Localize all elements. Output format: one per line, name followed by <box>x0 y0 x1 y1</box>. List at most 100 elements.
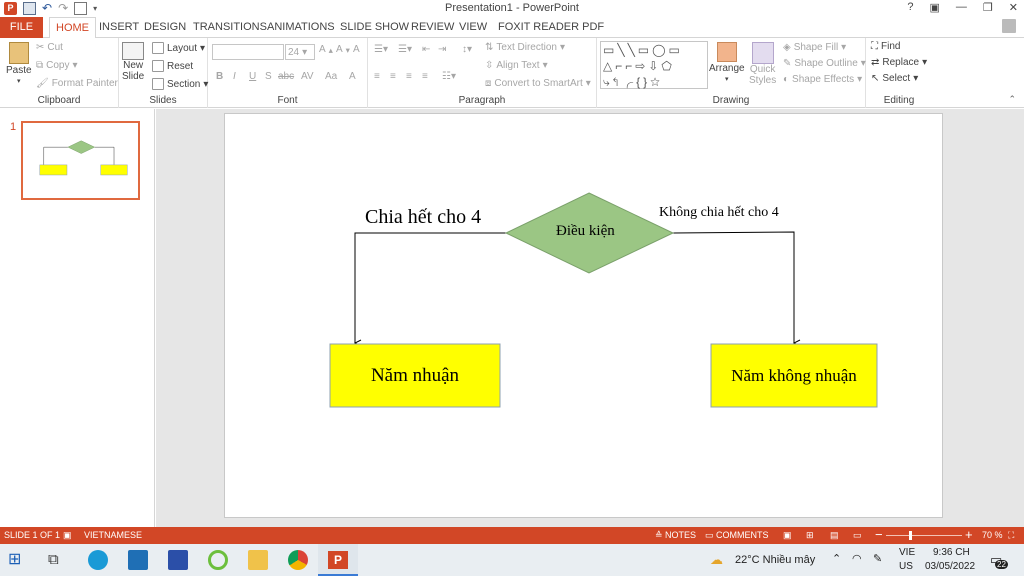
clock-time[interactable]: 9:36 CH <box>933 547 970 558</box>
zoom-level[interactable]: 70 % <box>982 530 1003 540</box>
clear-formatting-icon[interactable]: A <box>353 44 360 55</box>
align-left-icon[interactable]: ≡ <box>374 71 380 82</box>
slide-thumbnail[interactable] <box>21 121 140 200</box>
convert-to-smartart-button[interactable]: ⧈ Convert to SmartArt ▾ <box>485 78 591 89</box>
app-icon[interactable] <box>168 550 188 570</box>
paste-button[interactable]: Paste ▾ <box>6 42 32 85</box>
tab-home[interactable]: HOME <box>49 17 96 39</box>
close-button[interactable]: ✕ <box>1009 1 1018 14</box>
font-name-input[interactable] <box>212 44 284 60</box>
notes-button[interactable]: ≙ NOTES <box>655 530 696 541</box>
align-text-button[interactable]: ⇳ Align Text ▾ <box>485 60 548 71</box>
task-view-icon[interactable]: ⧉ <box>48 550 68 570</box>
justify-icon[interactable]: ≡ <box>422 71 428 82</box>
pen-workspace-icon[interactable]: ✎ <box>873 552 882 565</box>
section-button[interactable]: Section ▾ <box>152 78 208 90</box>
tab-review[interactable]: REVIEW <box>411 21 454 33</box>
weather-icon[interactable]: ☁ <box>710 552 723 568</box>
tab-transitions[interactable]: TRANSITIONS <box>193 21 267 33</box>
decrease-font-button[interactable]: A ▾ <box>336 44 350 55</box>
decrease-indent-icon[interactable]: ⇤ <box>422 44 430 55</box>
left-connector-arrow[interactable] <box>355 232 506 343</box>
user-account[interactable] <box>1002 19 1016 33</box>
right-connector-arrow[interactable] <box>672 231 794 343</box>
cut-button[interactable]: ✂ Cut <box>36 42 63 53</box>
bold-button[interactable]: B <box>216 71 223 82</box>
strikethrough-button[interactable]: abc <box>278 71 294 82</box>
layout-button[interactable]: Layout ▾ <box>152 42 205 54</box>
zoom-out-button[interactable]: − <box>875 527 883 542</box>
ribbon-display-options-button[interactable]: ▣ <box>930 1 940 14</box>
font-size-input[interactable]: 24 ▾ <box>285 44 315 60</box>
input-language-2[interactable]: US <box>899 561 913 572</box>
chrome-icon[interactable] <box>288 550 308 570</box>
text-direction-button[interactable]: ⇅ Text Direction ▾ <box>485 42 565 53</box>
replace-button[interactable]: ⇄ Replace ▾ <box>871 57 927 68</box>
tab-insert[interactable]: INSERT <box>99 21 139 33</box>
shape-fill-button[interactable]: ◈ Shape Fill ▾ <box>783 42 846 53</box>
tab-foxit-reader-pdf[interactable]: FOXIT READER PDF <box>498 21 604 33</box>
select-button[interactable]: ↖ Select ▾ <box>871 73 918 84</box>
font-color-button[interactable]: A <box>349 71 356 82</box>
tab-animations[interactable]: ANIMATIONS <box>267 21 335 33</box>
change-case-button[interactable]: Aa <box>325 71 337 82</box>
minimize-button[interactable]: — <box>956 1 967 14</box>
character-spacing-button[interactable]: AV <box>301 71 314 82</box>
shapes-gallery[interactable]: ▭╲╲▭◯▭ △⌐⌐⇨⇩⬠ ⤷↰╭{}☆ <box>600 41 708 89</box>
powerpoint-taskbar-button[interactable]: P <box>318 544 358 576</box>
line-spacing-icon[interactable]: ↕▾ <box>462 44 472 55</box>
copy-button[interactable]: ⧉ Copy ▾ <box>36 60 78 71</box>
wifi-icon[interactable]: ◠ <box>852 552 862 565</box>
numbering-icon[interactable]: ☰▾ <box>398 44 412 55</box>
edge-browser-icon[interactable] <box>88 550 108 570</box>
tab-file[interactable]: FILE <box>0 17 43 38</box>
file-explorer-icon[interactable] <box>248 550 268 570</box>
find-button[interactable]: ⛶ Find <box>871 41 900 52</box>
help-button[interactable]: ? <box>907 1 913 14</box>
spell-check-icon[interactable]: ▣ <box>63 530 72 541</box>
left-branch-label[interactable]: Chia hết cho 4 <box>365 206 481 229</box>
slide-sorter-icon[interactable]: ⊞ <box>806 530 814 541</box>
windows-start-icon[interactable]: ⊞ <box>8 550 28 570</box>
align-center-icon[interactable]: ≡ <box>390 71 396 82</box>
tab-design[interactable]: DESIGN <box>144 21 186 33</box>
input-language-1[interactable]: VIE <box>899 547 915 558</box>
normal-view-icon[interactable]: ▣ <box>783 530 792 541</box>
comments-button[interactable]: ▭ COMMENTS <box>705 530 769 541</box>
new-slide-button[interactable]: New Slide <box>122 42 144 82</box>
increase-indent-icon[interactable]: ⇥ <box>438 44 446 55</box>
show-hidden-icons[interactable]: ⌃ <box>832 552 841 565</box>
slide-canvas[interactable]: Chia hết cho 4 Không chia hết cho 4 Điều… <box>224 113 943 518</box>
tab-view[interactable]: VIEW <box>459 21 487 33</box>
clock-date[interactable]: 03/05/2022 <box>925 561 975 572</box>
arrange-button[interactable]: Arrange ▾ <box>709 42 745 83</box>
fit-slide-icon[interactable]: ⛶ <box>1008 530 1014 541</box>
zoom-slider-thumb[interactable] <box>909 531 912 540</box>
italic-button[interactable]: I <box>233 71 236 82</box>
avatar[interactable] <box>1002 19 1016 33</box>
format-painter-button[interactable]: 🖌 Format Painter <box>36 78 118 89</box>
reading-view-icon[interactable]: ▤ <box>830 530 839 541</box>
bullets-icon[interactable]: ☰▾ <box>374 44 388 55</box>
comment-icon: ▭ <box>705 530 717 540</box>
align-right-icon[interactable]: ≡ <box>406 71 412 82</box>
browser-app-icon[interactable] <box>208 550 228 570</box>
zoom-in-button[interactable]: + <box>965 527 973 542</box>
shape-outline-button[interactable]: ✎ Shape Outline ▾ <box>783 58 866 69</box>
zoom-slider[interactable] <box>886 535 962 536</box>
reset-button[interactable]: Reset <box>152 60 193 72</box>
right-branch-label[interactable]: Không chia hết cho 4 <box>659 205 779 221</box>
shape-effects-button[interactable]: ◐ Shape Effects ▾ <box>783 74 862 85</box>
quick-styles-button[interactable]: Quick Styles <box>749 42 776 86</box>
underline-button[interactable]: U <box>249 71 256 82</box>
collapse-ribbon-icon[interactable]: ⌃ <box>1008 94 1016 105</box>
weather-text[interactable]: 22°C Nhiều mây <box>735 554 815 566</box>
columns-icon[interactable]: ☷▾ <box>442 71 456 82</box>
slide-show-icon[interactable]: ▭ <box>853 530 862 541</box>
increase-font-button[interactable]: A ▴ <box>319 44 333 55</box>
restore-button[interactable]: ❐ <box>983 1 993 14</box>
mail-icon[interactable] <box>128 550 148 570</box>
shadow-button[interactable]: S <box>265 71 272 82</box>
tab-slide-show[interactable]: SLIDE SHOW <box>340 21 409 33</box>
language-indicator[interactable]: VIETNAMESE <box>84 530 142 540</box>
